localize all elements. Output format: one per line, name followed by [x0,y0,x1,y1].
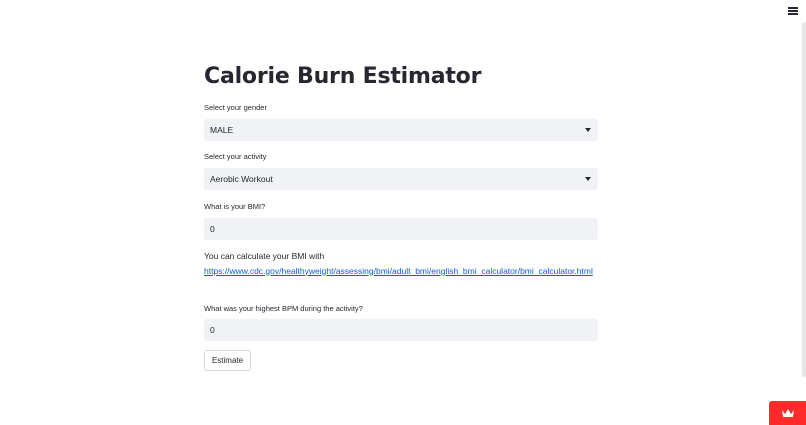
bmi-input-value: 0 [210,224,215,234]
gender-select-value: MALE [210,125,234,135]
bmi-info-text: You can calculate your BMI with [204,251,325,261]
gender-label: Select your gender [204,103,267,112]
gender-select[interactable]: MALE [204,119,598,141]
estimate-button[interactable]: Estimate [204,350,251,371]
bmi-info: You can calculate your BMI with https://… [204,249,604,278]
chevron-down-icon [585,177,591,181]
hamburger-menu-icon[interactable] [788,7,798,15]
bmi-input[interactable]: 0 [204,218,598,240]
activity-select[interactable]: Aerobic Workout [204,168,598,190]
bpm-input[interactable]: 0 [204,319,598,341]
bpm-input-value: 0 [210,325,215,335]
streamlit-badge[interactable] [769,401,806,425]
main-content: Calorie Burn Estimator Select your gende… [204,61,598,371]
bpm-label: What was your highest BPM during the act… [204,304,363,313]
crown-icon [781,408,794,417]
app-page: Calorie Burn Estimator Select your gende… [0,0,806,425]
activity-label: Select your activity [204,152,267,161]
activity-select-value: Aerobic Workout [210,174,273,184]
bmi-calculator-link[interactable]: https://www.cdc.gov/healthyweight/assess… [204,266,593,276]
bmi-label: What is your BMI? [204,202,266,211]
page-title: Calorie Burn Estimator [204,64,482,89]
chevron-down-icon [585,128,591,132]
scrollbar[interactable] [802,22,806,377]
